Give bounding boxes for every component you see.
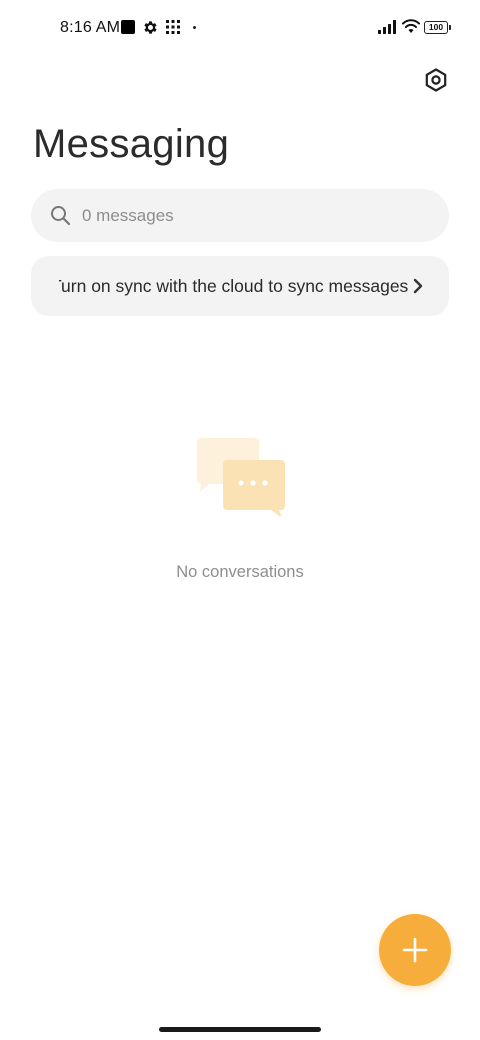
app-grid-icon (166, 20, 180, 34)
battery-icon: 100 (424, 21, 451, 34)
settings-hexagon-icon (425, 68, 447, 92)
search-icon (51, 206, 71, 226)
notification-square-icon (121, 20, 135, 34)
settings-button[interactable] (420, 64, 452, 96)
sync-text-viewport: Turn on sync with the cloud to sync mess… (59, 256, 423, 316)
plus-icon (402, 937, 428, 963)
chevron-right-icon (413, 278, 423, 294)
gear-icon (144, 21, 157, 34)
status-bar: 8:16 AM 100 (0, 0, 480, 56)
wifi-icon (402, 19, 420, 33)
empty-state-label: No conversations (176, 563, 304, 581)
chat-bubbles-icon (197, 438, 285, 516)
sync-banner-text: Turn on sync with the cloud to sync mess… (59, 276, 409, 296)
dot-icon (193, 26, 196, 29)
page-title: Messaging (33, 122, 230, 166)
search-input[interactable]: 0 messages (31, 189, 449, 242)
signal-icon (378, 20, 396, 34)
home-indicator[interactable] (159, 1027, 321, 1032)
cloud-sync-banner[interactable]: Turn on sync with the cloud to sync mess… (31, 256, 449, 316)
status-time: 8:16 AM (60, 19, 121, 36)
search-placeholder: 0 messages (82, 206, 174, 225)
new-message-button[interactable] (379, 914, 451, 986)
